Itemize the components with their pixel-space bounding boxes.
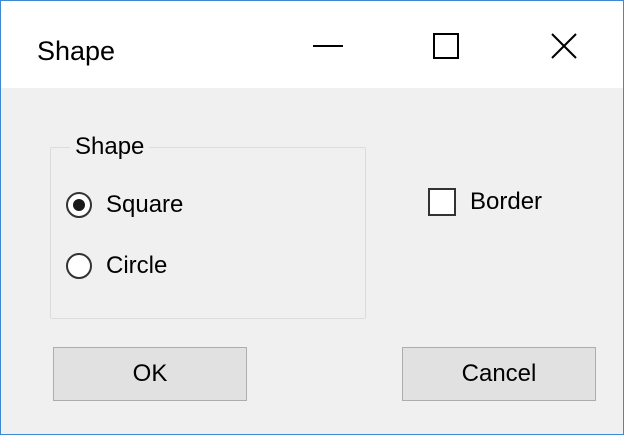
close-button[interactable] (505, 1, 623, 88)
border-checkbox-box[interactable] (428, 188, 456, 216)
radio-circle-circle[interactable] (66, 253, 92, 279)
cancel-button[interactable]: Cancel (402, 347, 596, 401)
radio-square-label[interactable]: Square (106, 190, 183, 220)
minimize-button[interactable] (269, 1, 387, 88)
radio-square[interactable]: Square (66, 190, 183, 220)
maximize-button[interactable] (387, 1, 505, 88)
shape-groupbox (50, 147, 366, 319)
shape-group-label: Shape (70, 132, 150, 162)
title-bar[interactable]: Shape (1, 1, 623, 88)
minimize-icon (313, 44, 343, 47)
radio-selected-dot (73, 199, 85, 211)
close-icon (551, 32, 577, 59)
ok-button[interactable]: OK (53, 347, 247, 401)
radio-circle-label[interactable]: Circle (106, 251, 167, 281)
shape-dialog-window: Shape Shape Square Circle Border OK Canc… (0, 0, 624, 435)
window-title: Shape (37, 36, 116, 66)
radio-circle[interactable]: Circle (66, 251, 167, 281)
border-checkbox[interactable]: Border (428, 187, 542, 217)
border-checkbox-label[interactable]: Border (470, 187, 542, 217)
maximize-icon (433, 32, 459, 59)
radio-square-circle[interactable] (66, 192, 92, 218)
